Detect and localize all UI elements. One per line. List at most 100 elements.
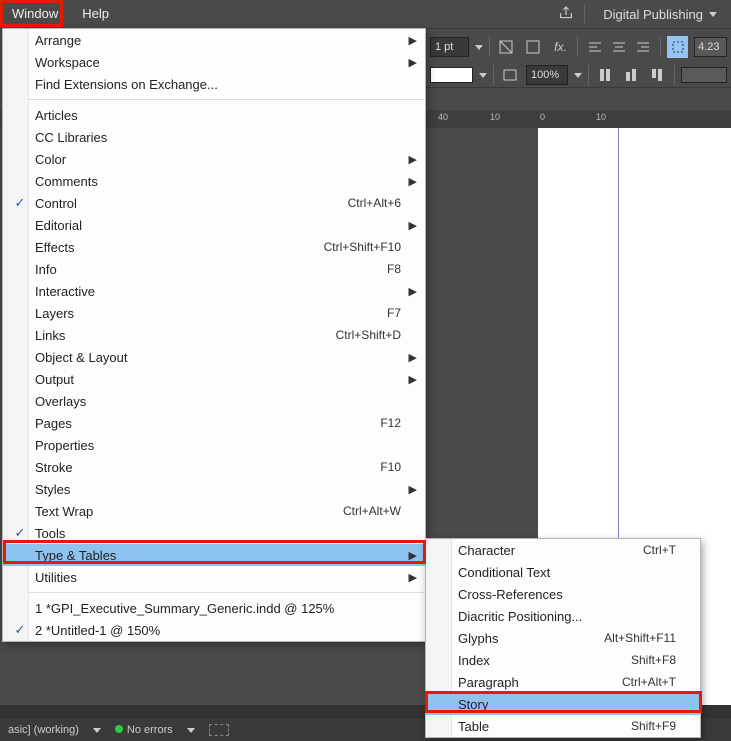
menu-shortcut: Alt+Shift+F11 xyxy=(604,631,676,645)
type-tables-item-paragraph[interactable]: Paragraph Ctrl+Alt+T xyxy=(426,671,700,693)
chevron-down-icon[interactable] xyxy=(475,45,483,50)
window-menu-item-arrange[interactable]: Arrange▶ xyxy=(3,29,425,51)
menu-item-label: Editorial xyxy=(35,218,82,233)
window-menu-item-tools[interactable]: ✓Tools xyxy=(3,522,425,544)
col-align-2-icon[interactable] xyxy=(621,64,641,86)
type-tables-item-index[interactable]: IndexShift+F8 xyxy=(426,649,700,671)
window-menu-item-properties[interactable]: Properties xyxy=(3,434,425,456)
window-menu-item-object-layout[interactable]: Object & Layout ▶ xyxy=(3,346,425,368)
menubar: Window Help Digital Publishing xyxy=(0,0,731,28)
submenu-arrow-icon: ▶ xyxy=(409,153,417,166)
align-right-icon[interactable] xyxy=(632,36,654,58)
menu-item-label: Diacritic Positioning... xyxy=(458,609,582,624)
window-menu-item-1-gpi-executive-summary-generic-indd-125[interactable]: 1 *GPI_Executive_Summary_Generic.indd @ … xyxy=(3,597,425,619)
type-tables-item-table[interactable]: TableShift+F9 xyxy=(426,715,700,737)
stroke-weight-field[interactable]: 1 pt xyxy=(430,37,469,57)
menu-item-label: Character xyxy=(458,543,515,558)
window-menu-item-pages[interactable]: PagesF12 xyxy=(3,412,425,434)
type-tables-item-conditional-text[interactable]: Conditional Text xyxy=(426,561,700,583)
workspace-label: Digital Publishing xyxy=(603,7,703,22)
menu-item-label: 1 *GPI_Executive_Summary_Generic.indd @ … xyxy=(35,601,334,616)
window-menu-item-workspace[interactable]: Workspace ▶ xyxy=(3,51,425,73)
window-menu-item-color[interactable]: Color▶ xyxy=(3,148,425,170)
menu-help[interactable]: Help xyxy=(70,0,121,28)
window-menu-item-utilities[interactable]: Utilities▶ xyxy=(3,566,425,588)
chevron-down-icon[interactable] xyxy=(93,728,101,733)
window-menu-item-layers[interactable]: LayersF7 xyxy=(3,302,425,324)
menu-item-label: Interactive xyxy=(35,284,95,299)
window-menu-item-2-untitled-1-150[interactable]: ✓ 2 *Untitled-1 @ 150% xyxy=(3,619,425,641)
menu-shortcut: Ctrl+Alt+6 xyxy=(348,196,401,210)
workspace-switcher[interactable]: Digital Publishing xyxy=(595,7,725,22)
menu-shortcut: Ctrl+Shift+D xyxy=(336,328,401,342)
align-center-icon[interactable] xyxy=(608,36,630,58)
col-align-1-icon[interactable] xyxy=(594,64,614,86)
submenu-arrow-icon: ▶ xyxy=(409,56,417,69)
preflight-status[interactable]: No errors xyxy=(115,724,173,736)
col-align-3-icon[interactable] xyxy=(647,64,667,86)
window-menu-item-control[interactable]: ✓ControlCtrl+Alt+6 xyxy=(3,192,425,214)
submenu-arrow-icon: ▶ xyxy=(409,34,417,47)
menu-window[interactable]: Window xyxy=(0,0,70,28)
window-menu-item-articles[interactable]: Articles xyxy=(3,104,425,126)
menu-shortcut: Ctrl+Alt+W xyxy=(343,504,401,518)
coord-field[interactable]: 4.23 xyxy=(694,37,727,57)
share-icon[interactable] xyxy=(558,5,574,24)
menu-item-label: 2 *Untitled-1 @ 150% xyxy=(35,623,160,638)
window-menu-item-type-tables[interactable]: Type & Tables▶ xyxy=(3,544,425,566)
misc-field[interactable] xyxy=(681,67,727,83)
window-menu-item-interactive[interactable]: Interactive▶ xyxy=(3,280,425,302)
fill-swatch[interactable] xyxy=(430,67,473,83)
chevron-down-icon xyxy=(709,12,717,17)
menu-item-label: Story xyxy=(458,697,488,712)
check-icon: ✓ xyxy=(11,622,29,638)
window-menu-item-cc-libraries[interactable]: CC Libraries xyxy=(3,126,425,148)
menu-item-label: Text Wrap xyxy=(35,504,93,519)
status-box-icon[interactable] xyxy=(209,724,229,736)
selection-highlight-icon[interactable] xyxy=(667,36,688,58)
type-tables-item-character[interactable]: Character Ctrl+T xyxy=(426,539,700,561)
menu-shortcut: Ctrl+T xyxy=(643,543,676,557)
menu-item-label: Object & Layout xyxy=(35,350,128,365)
type-tables-item-cross-references[interactable]: Cross-References xyxy=(426,583,700,605)
menu-separator xyxy=(4,99,424,100)
zoom-field[interactable]: 100% xyxy=(526,65,568,85)
chevron-down-icon[interactable] xyxy=(574,73,582,78)
screen-mode-icon[interactable] xyxy=(500,64,520,86)
submenu-arrow-icon: ▶ xyxy=(409,351,417,364)
menu-item-label: Articles xyxy=(35,108,78,123)
type-tables-item-story[interactable]: Story xyxy=(426,693,700,715)
ruler-tick-label: 10 xyxy=(490,112,500,122)
menu-item-label: Table xyxy=(458,719,489,734)
window-menu-item-effects[interactable]: EffectsCtrl+Shift+F10 xyxy=(3,236,425,258)
fx-icon[interactable]: fx. xyxy=(550,36,571,58)
ruler-tick-label: 40 xyxy=(438,112,448,122)
menu-item-label: Links xyxy=(35,328,65,343)
menu-shortcut: Ctrl+Shift+F10 xyxy=(324,240,401,254)
submenu-arrow-icon: ▶ xyxy=(409,373,417,386)
menu-item-label: Workspace xyxy=(35,55,100,70)
align-left-icon[interactable] xyxy=(584,36,606,58)
type-tables-item-diacritic-positioning[interactable]: Diacritic Positioning... xyxy=(426,605,700,627)
window-menu-item-overlays[interactable]: Overlays xyxy=(3,390,425,412)
menu-item-label: Paragraph xyxy=(458,675,519,690)
chevron-down-icon[interactable] xyxy=(479,73,487,78)
window-menu-item-links[interactable]: Links Ctrl+Shift+D xyxy=(3,324,425,346)
window-menu-item-text-wrap[interactable]: Text Wrap Ctrl+Alt+W xyxy=(3,500,425,522)
menu-shortcut: Ctrl+Alt+T xyxy=(622,675,676,689)
window-menu-item-styles[interactable]: Styles▶ xyxy=(3,478,425,500)
window-menu-item-editorial[interactable]: Editorial▶ xyxy=(3,214,425,236)
window-menu-item-info[interactable]: InfoF8 xyxy=(3,258,425,280)
window-menu-item-output[interactable]: Output▶ xyxy=(3,368,425,390)
window-menu-item-stroke[interactable]: StrokeF10 xyxy=(3,456,425,478)
window-menu-panel: Arrange▶ Workspace ▶ Find Extensions on Exc… xyxy=(2,28,426,642)
frame-option-1-icon[interactable] xyxy=(496,36,517,58)
frame-option-2-icon[interactable] xyxy=(523,36,544,58)
window-menu-item-find-extensions-on-exchange[interactable]: Find Extensions on Exchange... xyxy=(3,73,425,95)
window-menu-item-comments[interactable]: Comments▶ xyxy=(3,170,425,192)
submenu-arrow-icon: ▶ xyxy=(409,175,417,188)
ruler-tick-label: 0 xyxy=(540,112,545,122)
ruler-tick-label: 10 xyxy=(596,112,606,122)
type-tables-item-glyphs[interactable]: GlyphsAlt+Shift+F11 xyxy=(426,627,700,649)
chevron-down-icon[interactable] xyxy=(187,728,195,733)
